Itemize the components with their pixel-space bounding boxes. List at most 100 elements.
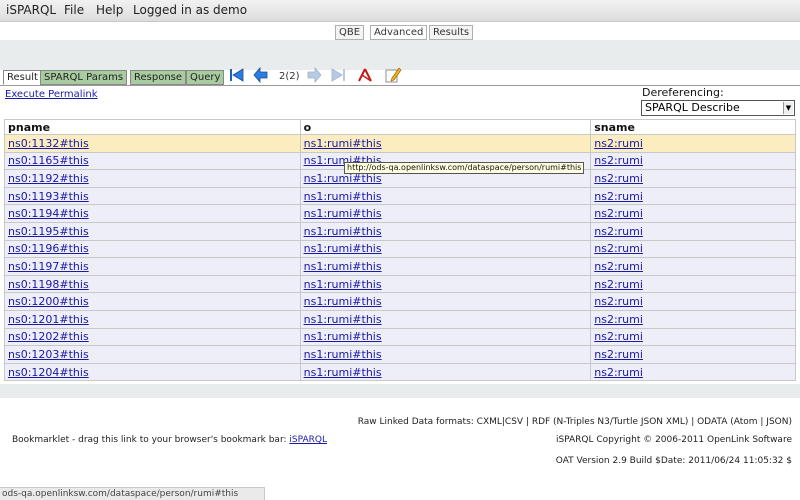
table-cell: ns1:rumi#this xyxy=(299,221,592,241)
dereferencing-select[interactable]: SPARQL Describe ▼ xyxy=(641,100,795,116)
sname-link[interactable]: ns2:rumi xyxy=(594,207,643,220)
o-link[interactable]: ns1:rumi#this xyxy=(304,137,382,150)
pname-link[interactable]: ns0:1132#this xyxy=(8,137,89,150)
bookmarklet-line: Bookmarklet - drag this link to your bro… xyxy=(12,435,327,445)
o-link[interactable]: ns1:rumi#this xyxy=(304,366,382,379)
dereferencing-label: Dereferencing: xyxy=(642,86,724,99)
sname-link[interactable]: ns2:rumi xyxy=(594,330,643,343)
status-bar: ods-qa.openlinksw.com/dataspace/person/r… xyxy=(0,487,265,500)
menu-file[interactable]: File xyxy=(64,3,84,17)
pname-link[interactable]: ns0:1193#this xyxy=(8,190,89,203)
table-cell: ns2:rumi xyxy=(590,257,796,276)
table-cell: ns2:rumi xyxy=(590,151,796,171)
o-link[interactable]: ns1:rumi#this xyxy=(304,207,382,220)
sname-link[interactable]: ns2:rumi xyxy=(594,172,643,185)
table-cell: ns0:1197#this xyxy=(4,257,301,276)
sname-link[interactable]: ns2:rumi xyxy=(594,190,643,203)
pname-link[interactable]: ns0:1196#this xyxy=(8,242,89,255)
pname-link[interactable]: ns0:1204#this xyxy=(8,366,89,379)
o-link[interactable]: ns1:rumi#this xyxy=(304,295,382,308)
table-cell: ns0:1202#this xyxy=(4,327,301,347)
table-cell: ns0:1198#this xyxy=(4,274,301,294)
menu-bar: iSPARQL File Help Logged in as demo xyxy=(0,0,800,22)
sname-link[interactable]: ns2:rumi xyxy=(594,313,643,326)
table-cell: ns0:1196#this xyxy=(4,239,301,259)
results-table: pname o sname ns0:1132#this ns1:rumi#this… xyxy=(4,119,796,382)
table-cell: ns0:1201#this xyxy=(4,309,301,329)
result-tabstrip: Result SPARQL Params Response Query 2(2) xyxy=(0,66,800,86)
view-tab-qbe[interactable]: QBE xyxy=(335,25,365,40)
o-link[interactable]: ns1:rumi#this xyxy=(304,278,382,291)
o-link[interactable]: ns1:rumi#this xyxy=(304,260,382,273)
view-tab-results[interactable]: Results xyxy=(429,25,474,40)
sname-link[interactable]: ns2:rumi xyxy=(594,137,643,150)
table-row: ns0:1193#this ns1:rumi#this ns2:rumi xyxy=(4,186,796,206)
last-page-icon[interactable] xyxy=(329,66,347,84)
pname-link[interactable]: ns0:1203#this xyxy=(8,348,89,361)
table-cell: ns0:1195#this xyxy=(4,221,301,241)
pname-link[interactable]: ns0:1198#this xyxy=(8,278,89,291)
pname-link[interactable]: ns0:1195#this xyxy=(8,225,89,238)
pname-link[interactable]: ns0:1197#this xyxy=(8,260,89,273)
table-cell: ns1:rumi#this xyxy=(299,239,592,259)
sname-link[interactable]: ns2:rumi xyxy=(594,242,643,255)
sname-link[interactable]: ns2:rumi xyxy=(594,260,643,273)
first-page-icon[interactable] xyxy=(228,66,246,84)
sname-link[interactable]: ns2:rumi xyxy=(594,348,643,361)
o-link[interactable]: ns1:rumi#this xyxy=(304,313,382,326)
table-row: ns0:1132#this ns1:rumi#this ns2:rumi xyxy=(4,134,796,153)
sname-link[interactable]: ns2:rumi xyxy=(594,295,643,308)
table-cell: ns2:rumi xyxy=(590,292,796,311)
table-cell: ns1:rumi#this xyxy=(299,204,592,223)
table-row: ns0:1198#this ns1:rumi#this ns2:rumi xyxy=(4,274,796,294)
table-cell: ns2:rumi xyxy=(590,186,796,206)
edit-icon[interactable] xyxy=(384,66,402,84)
app-title: iSPARQL xyxy=(6,3,57,17)
table-cell: ns1:rumi#this xyxy=(299,327,592,347)
pname-link[interactable]: ns0:1202#this xyxy=(8,330,89,343)
graph-icon[interactable] xyxy=(356,66,374,84)
column-header: sname xyxy=(590,119,796,135)
sname-link[interactable]: ns2:rumi xyxy=(594,154,643,167)
execute-permalink-link[interactable]: Execute Permalink xyxy=(5,89,98,100)
o-link[interactable]: ns1:rumi#this xyxy=(304,330,382,343)
previous-page-icon[interactable] xyxy=(252,66,270,84)
sname-link[interactable]: ns2:rumi xyxy=(594,366,643,379)
chevron-down-icon[interactable]: ▼ xyxy=(783,102,793,114)
dereferencing-selected: SPARQL Describe xyxy=(645,101,740,114)
tab-sparql-params[interactable]: SPARQL Params xyxy=(40,70,128,85)
sname-link[interactable]: ns2:rumi xyxy=(594,225,643,238)
pname-link[interactable]: ns0:1165#this xyxy=(8,154,89,167)
sname-link[interactable]: ns2:rumi xyxy=(594,278,643,291)
table-cell: ns2:rumi xyxy=(590,274,796,294)
table-cell: ns0:1193#this xyxy=(4,186,301,206)
table-row: ns0:1195#this ns1:rumi#this ns2:rumi xyxy=(4,221,796,241)
table-cell: ns0:1204#this xyxy=(4,362,301,382)
table-row: ns0:1201#this ns1:rumi#this ns2:rumi xyxy=(4,309,796,329)
o-link[interactable]: ns1:rumi#this xyxy=(304,242,382,255)
table-row: ns0:1194#this ns1:rumi#this ns2:rumi xyxy=(4,204,796,223)
table-row: ns0:1203#this ns1:rumi#this ns2:rumi xyxy=(4,345,796,364)
table-row: ns0:1196#this ns1:rumi#this ns2:rumi xyxy=(4,239,796,259)
o-link[interactable]: ns1:rumi#this xyxy=(304,348,382,361)
pname-link[interactable]: ns0:1192#this xyxy=(8,172,89,185)
tab-query[interactable]: Query xyxy=(186,70,225,85)
pname-link[interactable]: ns0:1201#this xyxy=(8,313,89,326)
table-cell: ns1:rumi#this xyxy=(299,134,592,153)
table-cell: ns1:rumi#this xyxy=(299,186,592,206)
table-cell: ns2:rumi xyxy=(590,362,796,382)
next-page-icon[interactable] xyxy=(305,66,323,84)
tab-response[interactable]: Response xyxy=(130,70,187,85)
table-cell: ns2:rumi xyxy=(590,134,796,153)
table-cell: ns2:rumi xyxy=(590,169,796,188)
pname-link[interactable]: ns0:1194#this xyxy=(8,207,89,220)
tab-result[interactable]: Result xyxy=(3,70,42,85)
view-tab-advanced[interactable]: Advanced xyxy=(370,25,428,40)
table-cell: ns0:1194#this xyxy=(4,204,301,223)
bookmarklet-link[interactable]: iSPARQL xyxy=(289,435,327,445)
o-link[interactable]: ns1:rumi#this xyxy=(304,190,382,203)
menu-help[interactable]: Help xyxy=(96,3,123,17)
pname-link[interactable]: ns0:1200#this xyxy=(8,295,89,308)
table-cell: ns2:rumi xyxy=(590,345,796,364)
o-link[interactable]: ns1:rumi#this xyxy=(304,225,382,238)
